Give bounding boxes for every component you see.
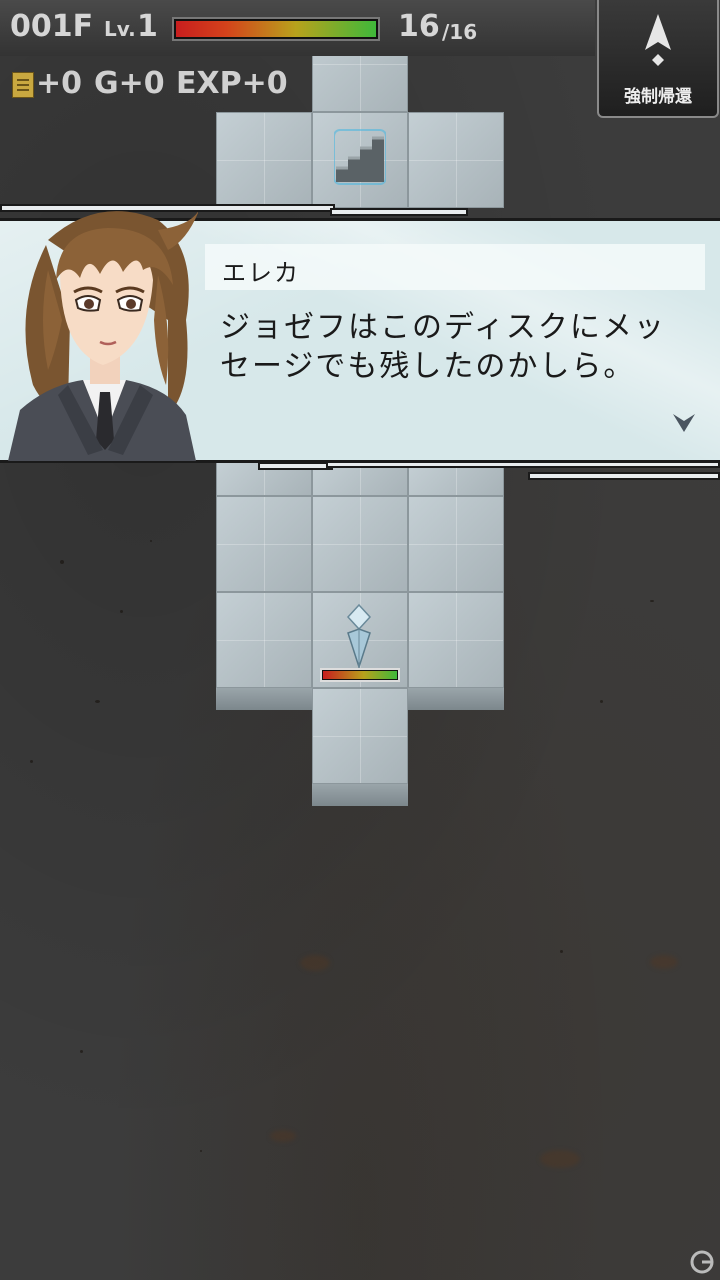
gold-gain: G+0 [94,66,165,101]
map-tile[interactable] [312,496,408,592]
hp-bar [172,17,380,41]
dialog-trim [258,462,333,470]
map-tile[interactable] [216,592,312,688]
dialog-trim [330,208,468,216]
dialog-text-line-2: セージでも残したのかしら。 [220,349,636,384]
level-value: 1 [137,9,158,44]
map-tile[interactable] [216,112,312,208]
map-tile[interactable] [408,112,504,208]
dialog-text-line-1: ジョゼフはこのディスクにメッ [220,310,666,345]
player-hp-fill [323,671,397,679]
dialog-trim [528,472,720,480]
map-tile[interactable] [408,592,504,688]
tile-ledge [216,688,312,710]
hp-max: /16 [442,20,478,44]
player-hp-bar [320,668,400,682]
hp-current: 16 [398,9,440,44]
status-bar: 001F Lv. 1 16 /16 [0,0,595,56]
forced-return-button[interactable]: 強制帰還 [597,0,719,118]
tile-ledge [312,784,408,806]
stairs-icon[interactable] [334,128,386,186]
items-gain: +0 [36,66,83,101]
map-tile[interactable] [312,688,408,784]
map-tile[interactable] [408,496,504,592]
speaker-name: エレカ [222,259,300,287]
game-screen: 001F Lv. 1 16 /16 +0 G+0 EXP+0 強制帰還 エレカ … [0,0,720,1280]
player-crystal-icon[interactable] [340,603,378,669]
watermark-logo [690,1250,714,1274]
tile-ledge [408,688,504,710]
chevron-down-icon[interactable] [672,412,696,434]
map-tile[interactable] [216,496,312,592]
character-portrait [8,211,198,461]
level-label: Lv. [104,17,136,41]
floor-number: 001F [10,9,94,44]
exp-gain: EXP+0 [176,66,288,101]
arrow-up-icon [645,14,671,66]
scroll-icon [12,72,34,98]
forced-return-label: 強制帰還 [624,87,692,107]
hp-bar-fill [176,21,376,37]
